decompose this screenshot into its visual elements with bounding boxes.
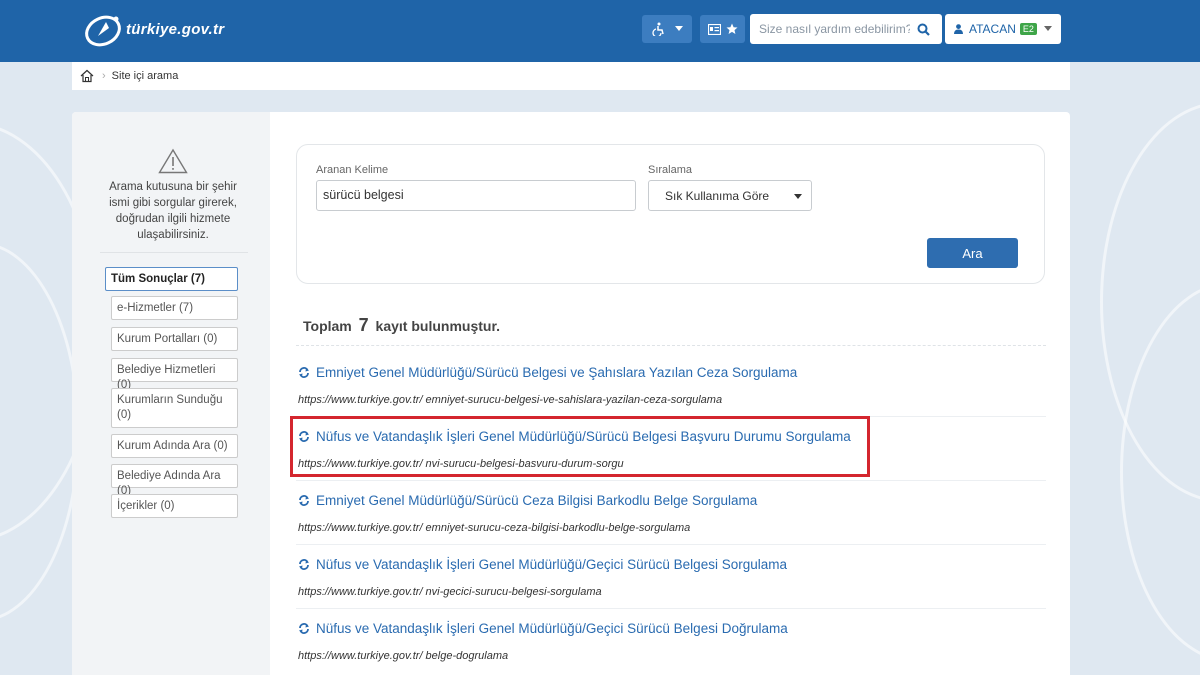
highlight-box (290, 416, 870, 477)
logo-emblem-icon (85, 15, 121, 47)
filter-institution-portals[interactable]: Kurum Portalları (0) (111, 327, 238, 351)
warning-icon (158, 148, 188, 174)
breadcrumb-current: Site içi arama (111, 70, 179, 82)
filter-e-services[interactable]: e-Hizmetler (7) (111, 296, 238, 320)
result-title: Emniyet Genel Müdürlüğü/Sürücü Belgesi v… (316, 365, 798, 380)
result-url: https://www.turkiye.gov.tr/ nvi-gecici-s… (298, 586, 602, 598)
result-item: Nüfus ve Vatandaşlık İşleri Genel Müdürl… (296, 609, 1046, 673)
result-item: Emniyet Genel Müdürlüğü/Sürücü Belgesi v… (296, 353, 1046, 417)
site-search-input[interactable] (750, 16, 910, 42)
refresh-icon (298, 559, 310, 570)
wheelchair-icon (651, 22, 664, 36)
search-submit-button[interactable]: Ara (927, 238, 1018, 268)
filter-search-institution-name[interactable]: Kurum Adında Ara (0) (111, 434, 238, 458)
star-icon (726, 23, 737, 34)
refresh-icon (298, 495, 310, 506)
filter-contents[interactable]: İçerikler (0) (111, 494, 238, 518)
favorites-button[interactable] (700, 15, 745, 43)
result-item: Emniyet Genel Müdürlüğü/Sürücü Ceza Bilg… (296, 481, 1046, 545)
result-title: Nüfus ve Vatandaşlık İşleri Genel Müdürl… (316, 621, 788, 636)
site-search (750, 14, 942, 44)
breadcrumb-separator: › (102, 70, 106, 82)
refresh-icon (298, 367, 310, 378)
result-link[interactable]: Nüfus ve Vatandaşlık İşleri Genel Müdürl… (298, 621, 788, 636)
result-title: Nüfus ve Vatandaşlık İşleri Genel Müdürl… (316, 557, 787, 572)
filter-institution-offerings[interactable]: Kurumların Sunduğu (0) (111, 388, 238, 428)
id-card-icon (707, 23, 721, 35)
results-sidebar: Arama kutusuna bir şehir ismi gibi sorgu… (72, 112, 270, 675)
accessibility-button[interactable] (642, 15, 692, 43)
user-menu-button[interactable]: ATACAN E2 (945, 14, 1061, 44)
top-header: türkiye.gov.tr Size nasıl yardım edebili… (0, 0, 1200, 62)
caret-down-icon (794, 194, 802, 199)
caret-down-icon (1043, 26, 1052, 31)
sort-select[interactable]: Sık Kullanıma Göre (648, 180, 812, 211)
results-divider (296, 345, 1046, 346)
sidebar-help-text: Arama kutusuna bir şehir ismi gibi sorgu… (109, 181, 237, 241)
search-results-card: Arama kutusuna bir şehir ismi gibi sorgu… (72, 112, 1070, 675)
sort-select-value: Sık Kullanıma Göre (665, 189, 770, 203)
results-count: Toplam 7 kayıt bulunmuştur. (303, 315, 500, 336)
result-item: Nüfus ve Vatandaşlık İşleri Genel Müdürl… (296, 545, 1046, 609)
result-url: https://www.turkiye.gov.tr/ emniyet-suru… (298, 522, 691, 534)
filter-search-municipality-name[interactable]: Belediye Adında Ara (0) (111, 464, 238, 497)
refresh-icon (298, 623, 310, 634)
keyword-input[interactable]: sürücü belgesi (316, 180, 636, 211)
result-url: https://www.turkiye.gov.tr/ belge-dogrul… (298, 650, 509, 662)
site-logo[interactable]: türkiye.gov.tr (82, 10, 224, 50)
breadcrumb: › Site içi arama (72, 62, 1070, 90)
result-link[interactable]: Emniyet Genel Müdürlüğü/Sürücü Ceza Bilg… (298, 493, 757, 508)
results-count-prefix: Toplam (303, 318, 352, 334)
result-link[interactable]: Nüfus ve Vatandaşlık İşleri Genel Müdürl… (298, 557, 787, 572)
results-count-suffix: kayıt bulunmuştur. (375, 318, 501, 334)
sidebar-divider (100, 252, 248, 253)
logo-text: türkiye.gov.tr (126, 21, 225, 38)
search-form: Aranan Kelime sürücü belgesi Sıralama Sı… (296, 144, 1045, 284)
result-link[interactable]: Emniyet Genel Müdürlüğü/Sürücü Belgesi v… (298, 365, 797, 380)
user-icon (954, 24, 963, 34)
result-url: https://www.turkiye.gov.tr/ emniyet-suru… (298, 394, 723, 406)
filter-all-results[interactable]: Tüm Sonuçlar (7) (105, 267, 238, 291)
sort-label: Sıralama (648, 164, 693, 176)
result-title: Emniyet Genel Müdürlüğü/Sürücü Ceza Bilg… (316, 493, 758, 508)
search-icon[interactable] (910, 16, 936, 42)
home-icon[interactable] (80, 69, 94, 83)
keyword-label: Aranan Kelime (316, 164, 389, 176)
caret-down-icon (674, 26, 683, 31)
user-name: ATACAN (969, 22, 1016, 36)
user-security-badge: E2 (1019, 23, 1037, 35)
filter-municipality-services[interactable]: Belediye Hizmetleri (0) (111, 358, 238, 391)
results-count-number: 7 (358, 315, 369, 335)
